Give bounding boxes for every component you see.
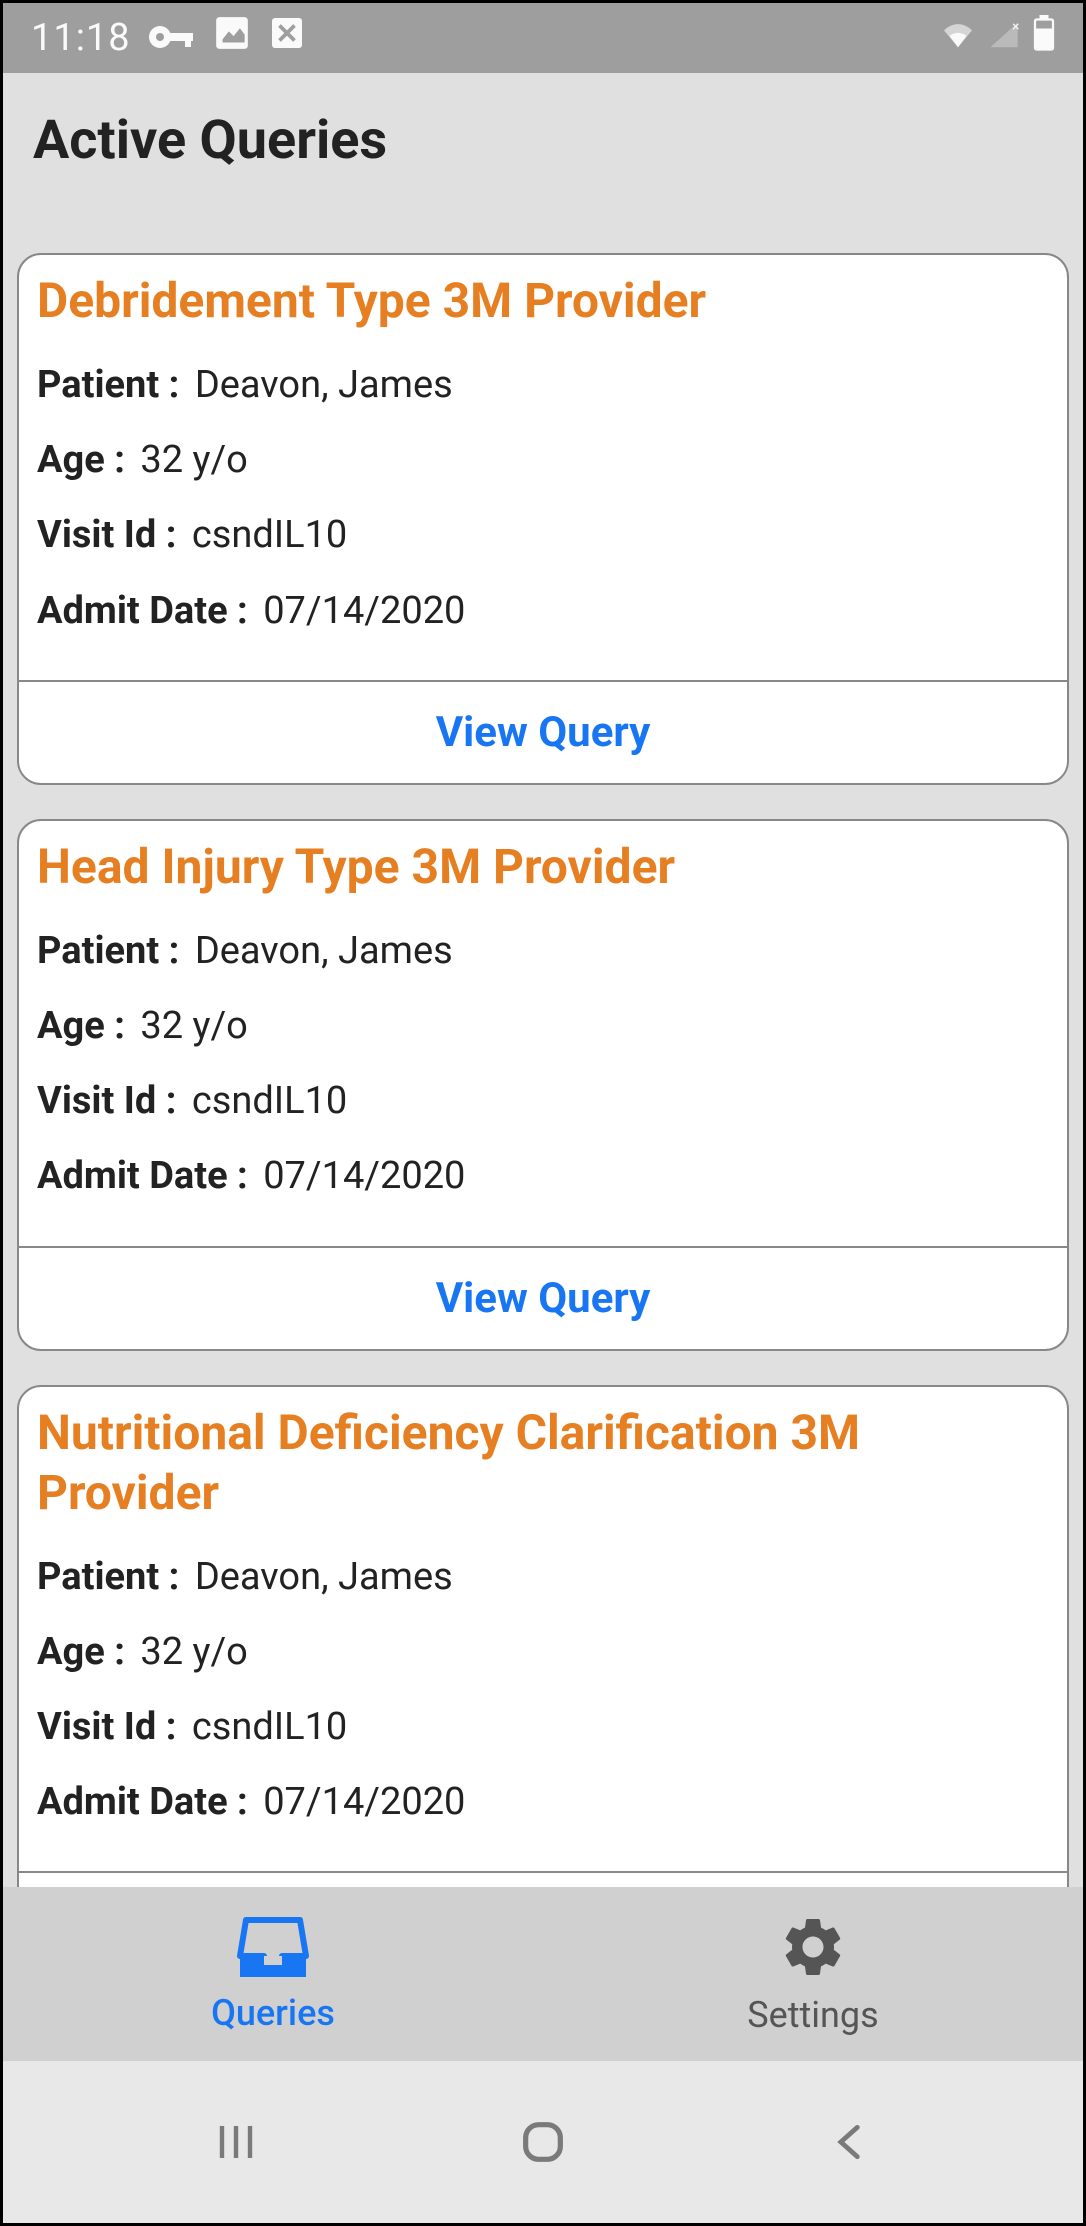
- patient-label: Patient :: [37, 363, 179, 407]
- queries-list[interactable]: Debridement Type 3M Provider Patient : D…: [17, 253, 1069, 1903]
- nav-home-button[interactable]: [498, 2097, 588, 2187]
- query-card: Debridement Type 3M Provider Patient : D…: [17, 253, 1069, 785]
- admit-date-row: Admit Date : 07/14/2020: [37, 1776, 1049, 1829]
- status-time: 11:18: [31, 16, 131, 60]
- visit-id-row: Visit Id : csndIL10: [37, 1075, 1049, 1128]
- view-query-label: View Query: [436, 1274, 651, 1323]
- visit-id-label: Visit Id :: [37, 1079, 176, 1123]
- query-card: Nutritional Deficiency Clarification 3M …: [17, 1385, 1069, 1904]
- wifi-icon: [941, 16, 975, 60]
- inbox-icon: [237, 1914, 309, 1984]
- visit-id-value: csndIL10: [192, 1079, 347, 1123]
- gear-icon: [778, 1912, 848, 1986]
- query-title: Debridement Type 3M Provider: [37, 271, 1049, 331]
- admit-date-row: Admit Date : 07/14/2020: [37, 1150, 1049, 1203]
- query-title: Nutritional Deficiency Clarification 3M …: [37, 1403, 1049, 1523]
- admit-date-value: 07/14/2020: [263, 589, 465, 633]
- age-value: 32 y/o: [140, 438, 247, 482]
- admit-date-label: Admit Date :: [37, 1780, 248, 1824]
- view-query-button[interactable]: View Query: [19, 1246, 1067, 1349]
- visit-id-label: Visit Id :: [37, 513, 176, 557]
- patient-row: Patient : Deavon, James: [37, 359, 1049, 412]
- page-header: Active Queries: [3, 73, 1083, 206]
- age-label: Age :: [37, 1630, 125, 1674]
- admit-date-label: Admit Date :: [37, 589, 248, 633]
- view-query-label: View Query: [436, 708, 651, 757]
- age-label: Age :: [37, 438, 125, 482]
- signal-icon: ×: [987, 16, 1021, 60]
- patient-value: Deavon, James: [195, 929, 453, 973]
- nav-recent-button[interactable]: [191, 2097, 281, 2187]
- age-label: Age :: [37, 1004, 125, 1048]
- tab-queries[interactable]: Queries: [3, 1887, 543, 2061]
- nav-back-button[interactable]: [805, 2097, 895, 2187]
- query-title: Head Injury Type 3M Provider: [37, 837, 1049, 897]
- android-nav-bar: [3, 2061, 1083, 2223]
- query-card: Head Injury Type 3M Provider Patient : D…: [17, 819, 1069, 1351]
- patient-label: Patient :: [37, 1555, 179, 1599]
- patient-value: Deavon, James: [195, 1555, 453, 1599]
- age-row: Age : 32 y/o: [37, 1626, 1049, 1679]
- status-bar: 11:18 ×: [3, 3, 1083, 73]
- image-icon: [213, 14, 251, 62]
- patient-label: Patient :: [37, 929, 179, 973]
- tab-queries-label: Queries: [211, 1992, 335, 2034]
- visit-id-row: Visit Id : csndIL10: [37, 509, 1049, 562]
- age-value: 32 y/o: [140, 1004, 247, 1048]
- admit-date-label: Admit Date :: [37, 1154, 248, 1198]
- age-row: Age : 32 y/o: [37, 434, 1049, 487]
- admit-date-value: 07/14/2020: [263, 1154, 465, 1198]
- admit-date-value: 07/14/2020: [263, 1780, 465, 1824]
- tab-settings[interactable]: Settings: [543, 1887, 1083, 2061]
- admit-date-row: Admit Date : 07/14/2020: [37, 585, 1049, 638]
- vpn-key-icon: [149, 16, 195, 60]
- patient-value: Deavon, James: [195, 363, 453, 407]
- tab-bar: Queries Settings: [3, 1887, 1083, 2061]
- svg-text:×: ×: [1012, 20, 1019, 35]
- age-value: 32 y/o: [140, 1630, 247, 1674]
- visit-id-value: csndIL10: [192, 1705, 347, 1749]
- patient-row: Patient : Deavon, James: [37, 925, 1049, 978]
- page-title: Active Queries: [33, 109, 1053, 172]
- battery-icon: [1033, 15, 1055, 61]
- patient-row: Patient : Deavon, James: [37, 1551, 1049, 1604]
- view-query-button[interactable]: View Query: [19, 680, 1067, 783]
- age-row: Age : 32 y/o: [37, 1000, 1049, 1053]
- tab-settings-label: Settings: [747, 1994, 878, 2036]
- visit-id-label: Visit Id :: [37, 1705, 176, 1749]
- visit-id-value: csndIL10: [192, 513, 347, 557]
- close-box-icon: [269, 15, 305, 61]
- visit-id-row: Visit Id : csndIL10: [37, 1701, 1049, 1754]
